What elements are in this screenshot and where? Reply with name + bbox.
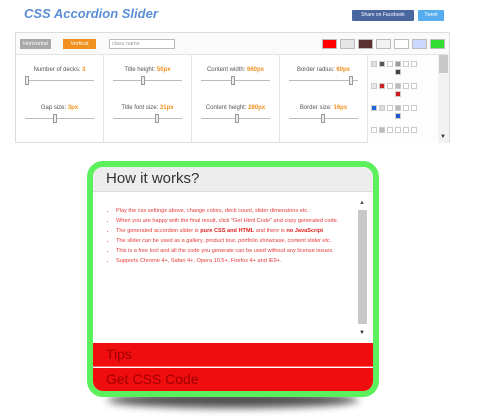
how-it-works-list: Play the css settings above, change colo…: [116, 207, 353, 267]
scroll-thumb[interactable]: [439, 55, 448, 73]
settings-col-4: Border radius: 60px Border size: 16px: [280, 55, 367, 143]
slider-thumb[interactable]: [349, 76, 353, 85]
scroll-thumb[interactable]: [358, 210, 367, 324]
slider-thumb[interactable]: [25, 76, 29, 85]
content-width-control: Content width: 660px: [192, 67, 279, 97]
title-height-label: Title height: 50px: [124, 67, 171, 73]
content-height-slider[interactable]: [201, 114, 270, 123]
color-swatch-3[interactable]: [358, 39, 373, 49]
border-size-label: Border size: 16px: [299, 105, 348, 111]
slider-thumb[interactable]: [155, 114, 159, 123]
border-radius-control: Border radius: 60px: [280, 67, 367, 97]
slider-thumb[interactable]: [235, 114, 239, 123]
scroll-down-icon[interactable]: ▼: [359, 330, 365, 336]
gap-size-label: Gap size: 3px: [40, 105, 79, 111]
settings-toolbar: Horizontal Vertical class name: [16, 33, 449, 55]
list-item: Supports Chrome 4+, Safari 4+, Opera 10.…: [116, 257, 353, 266]
content-height-control: Content height: 280px: [192, 105, 279, 135]
list-item: Play the css settings above, change colo…: [116, 207, 353, 216]
color-swatch-7[interactable]: [430, 39, 445, 49]
border-size-slider[interactable]: [289, 114, 358, 123]
slider-thumb[interactable]: [53, 114, 57, 123]
number-of-decks-slider[interactable]: [25, 76, 94, 85]
accordion-content: Play the css settings above, change colo…: [93, 192, 373, 343]
slider-thumb[interactable]: [321, 114, 325, 123]
border-size-value: 16px: [333, 105, 348, 111]
slider-thumb[interactable]: [231, 76, 235, 85]
number-of-decks-control: Number of decks: 3: [16, 67, 103, 97]
color-swatch-2[interactable]: [340, 39, 355, 49]
title-font-size-value: 31px: [159, 105, 174, 111]
gap-size-slider[interactable]: [25, 114, 94, 123]
scroll-down-icon[interactable]: ▼: [440, 134, 446, 140]
color-swatch-5[interactable]: [394, 39, 409, 49]
content-scrollbar[interactable]: ▲ ▼: [358, 200, 367, 336]
share-facebook-button[interactable]: Share on Facebook: [352, 10, 414, 21]
content-height-value: 280px: [248, 105, 266, 111]
title-font-size-control: Title font size: 31px: [104, 105, 191, 135]
list-item: This is a free tool and all the code you…: [116, 247, 353, 256]
vertical-toggle[interactable]: Vertical: [63, 39, 96, 49]
tweet-button[interactable]: Tweet: [418, 10, 444, 21]
content-width-value: 660px: [247, 67, 265, 73]
border-radius-label: Border radius: 60px: [296, 67, 351, 73]
border-radius-value: 60px: [336, 67, 351, 73]
accordion-panel-how-it-works[interactable]: How it works?: [93, 167, 373, 192]
color-swatch-6[interactable]: [412, 39, 427, 49]
app-title: CSS Accordion Slider: [24, 6, 158, 21]
content-height-label: Content height: 280px: [205, 105, 266, 111]
content-width-slider[interactable]: [201, 76, 270, 85]
settings-col-1: Number of decks: 3 Gap size: 3px: [16, 55, 104, 143]
list-item: The generated accordion slider is pure C…: [116, 227, 353, 236]
gap-size-control: Gap size: 3px: [16, 105, 103, 135]
scroll-up-icon[interactable]: ▲: [359, 200, 365, 206]
class-name-input[interactable]: class name: [109, 39, 175, 49]
color-swatch-1[interactable]: [322, 39, 337, 49]
settings-panel: Horizontal Vertical class name Number of…: [15, 32, 450, 143]
settings-col-2: Title height: 50px Title font size: 31px: [104, 55, 192, 143]
palette-scrollbar[interactable]: ▼: [438, 55, 449, 143]
horizontal-toggle[interactable]: Horizontal: [20, 39, 51, 49]
accordion-preview: How it works? Play the css settings abov…: [87, 161, 379, 397]
settings-grid: Number of decks: 3 Gap size: 3px Title h…: [16, 55, 367, 143]
slider-thumb[interactable]: [141, 76, 145, 85]
number-of-decks-value: 3: [82, 67, 86, 73]
border-radius-slider[interactable]: [289, 76, 358, 85]
title-height-control: Title height: 50px: [104, 67, 191, 97]
title-font-size-label: Title font size: 31px: [121, 105, 174, 111]
accordion-panel-get-css-code[interactable]: Get CSS Code: [93, 368, 373, 391]
title-height-slider[interactable]: [113, 76, 182, 85]
content-width-label: Content width: 660px: [206, 67, 265, 73]
title-font-size-slider[interactable]: [113, 114, 182, 123]
settings-col-3: Content width: 660px Content height: 280…: [192, 55, 280, 143]
list-item: When you are happy with the final result…: [116, 217, 353, 226]
number-of-decks-label: Number of decks: 3: [33, 67, 86, 73]
title-height-value: 50px: [156, 67, 171, 73]
list-item: The slider can be used as a gallery, pro…: [116, 237, 353, 246]
color-swatch-4[interactable]: [376, 39, 391, 49]
color-palette-list: ▼: [367, 55, 449, 143]
accordion-panel-tips[interactable]: Tips: [93, 343, 373, 367]
gap-size-value: 3px: [67, 105, 79, 111]
border-size-control: Border size: 16px: [280, 105, 367, 135]
